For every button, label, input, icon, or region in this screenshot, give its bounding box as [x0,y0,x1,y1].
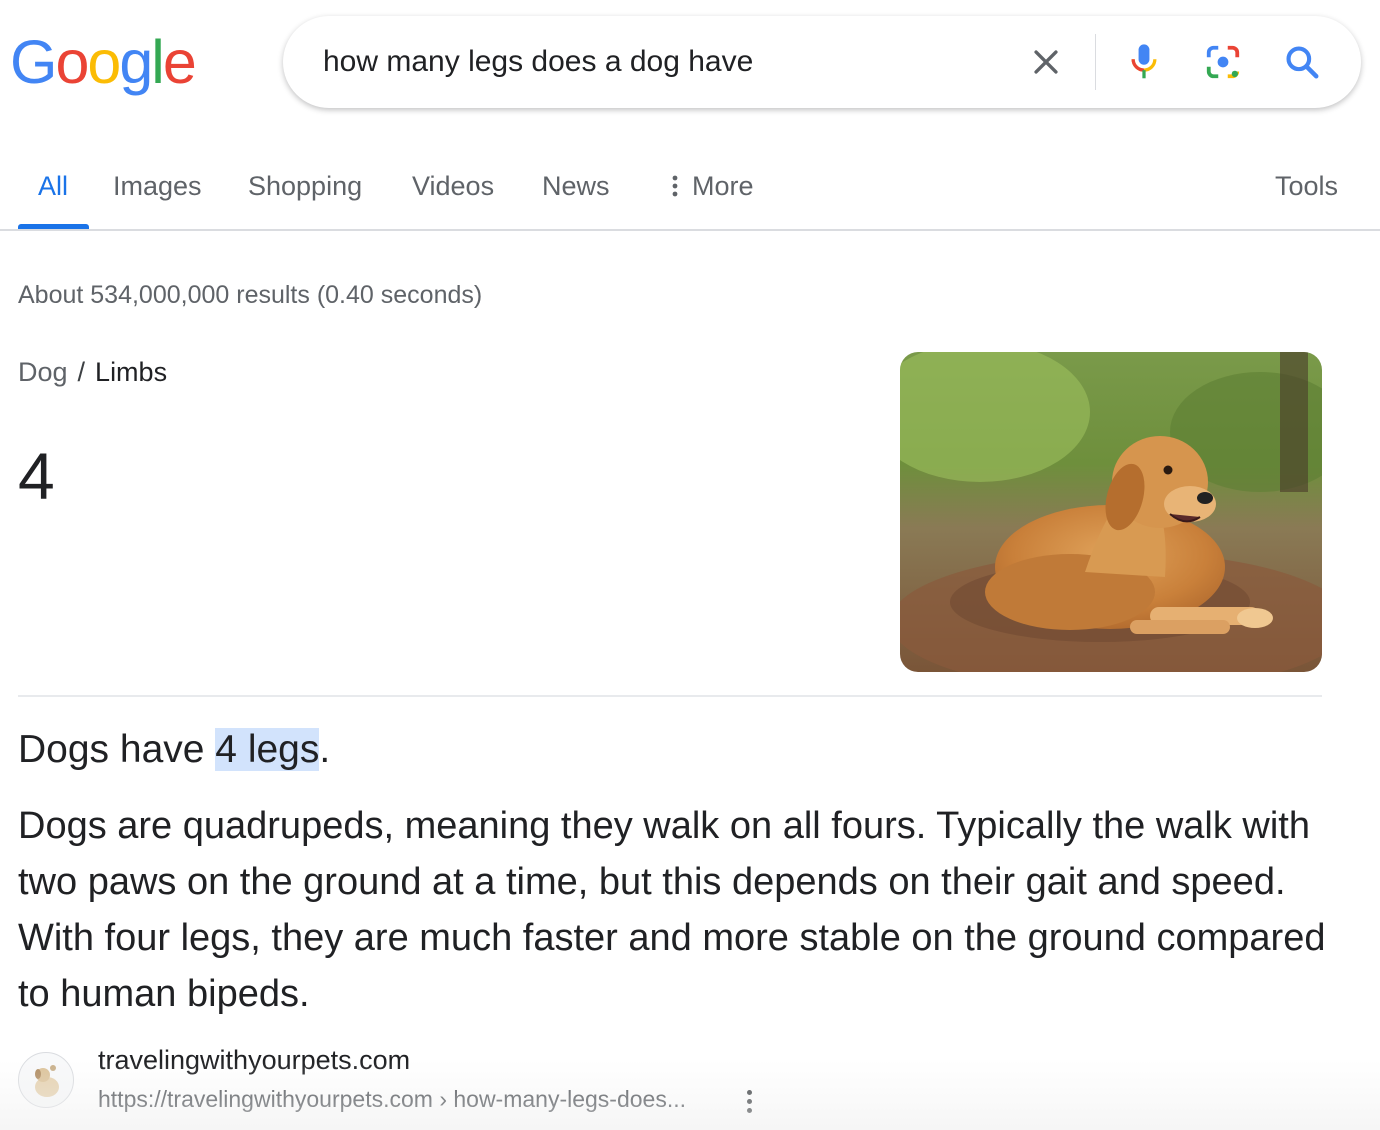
tabs-divider [0,229,1380,231]
search-icon[interactable] [1280,40,1324,84]
tab-all[interactable]: All [38,170,68,202]
snippet-highlight: 4 legs [215,728,320,771]
snippet-body: Dogs are quadrupeds, meaning they walk o… [18,805,1326,1015]
snippet-title-prefix: Dogs have [18,728,216,771]
logo-letter: o [87,28,121,96]
tab-videos[interactable]: Videos [412,170,494,202]
logo-letter: o [55,28,89,96]
microphone-icon[interactable] [1122,40,1166,84]
tab-shopping[interactable]: Shopping [248,170,362,202]
logo-letter: l [151,28,164,96]
search-input[interactable] [323,40,1003,84]
logo-letter: e [162,28,197,96]
tab-more[interactable]: More [668,170,754,202]
logo-letter: g [119,28,153,96]
snippet-title-suffix: . [319,728,331,771]
source-url[interactable]: https://travelingwithyourpets.com › how-… [98,1086,686,1113]
google-logo[interactable]: Google [10,27,197,97]
breadcrumb-separator: / [77,357,86,387]
vertical-dots-icon [672,175,678,197]
dog-image[interactable] [900,352,1322,672]
close-icon[interactable] [1024,40,1068,84]
search-tabs: All Images Shopping Videos News More Too… [0,160,1380,230]
breadcrumb: Dog / Limbs [18,357,167,388]
tab-images[interactable]: Images [113,170,202,202]
section-divider [18,695,1322,697]
source-site-name[interactable]: travelingwithyourpets.com [98,1045,410,1076]
logo-letter: G [10,28,57,96]
snippet-title: Dogs have 4 legs. [18,724,330,776]
answer-value: 4 [18,439,55,513]
tab-more-label: More [692,171,754,201]
search-box [283,16,1361,108]
more-options-icon[interactable] [736,1084,762,1118]
tab-news[interactable]: News [542,170,610,202]
camera-lens-icon[interactable] [1201,40,1245,84]
breadcrumb-current: Limbs [95,357,168,387]
search-box-divider [1095,34,1096,90]
tools-button[interactable]: Tools [1275,170,1338,202]
site-favicon[interactable] [18,1052,74,1108]
result-stats: About 534,000,000 results (0.40 seconds) [18,281,483,309]
breadcrumb-parent[interactable]: Dog [18,357,68,387]
